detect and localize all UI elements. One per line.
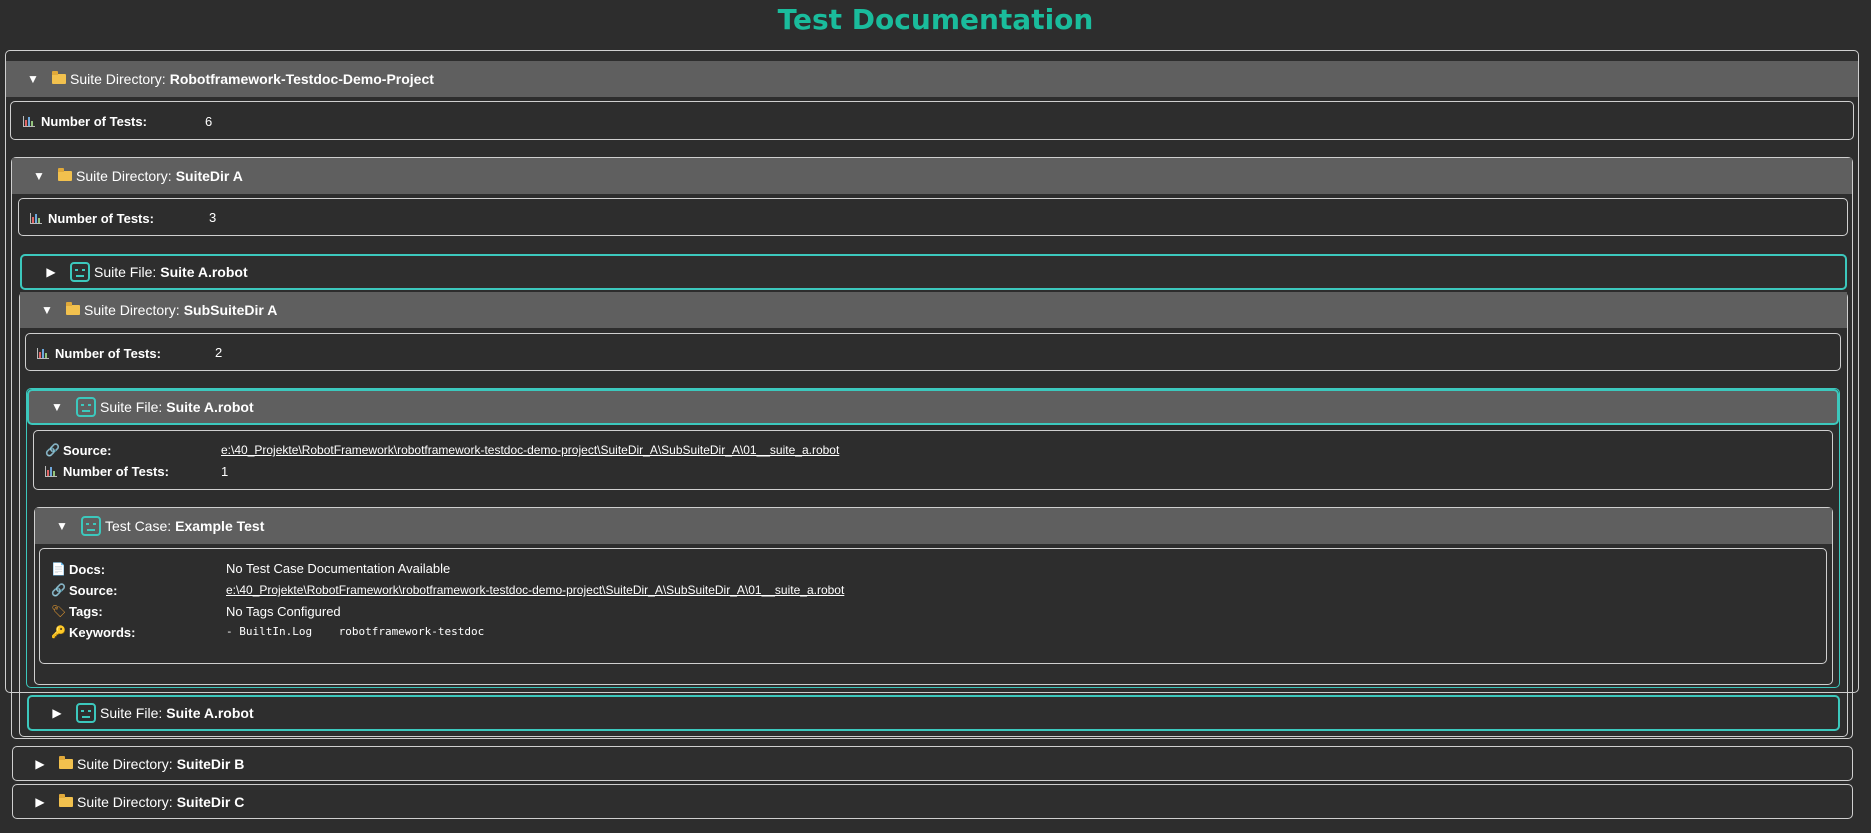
folder-icon: [58, 168, 72, 181]
test-case-name: Example Test: [175, 518, 265, 534]
tags-label: Tags:: [69, 603, 103, 619]
root-info-box: Number of Tests: 6: [10, 101, 1854, 140]
key-icon: 🔑: [51, 625, 66, 639]
suite-name: SuiteDir B: [176, 755, 245, 772]
link-icon: 🔗: [51, 583, 66, 597]
docs-label: Docs:: [69, 561, 106, 577]
expanded-triangle-icon[interactable]: ▼: [34, 303, 60, 317]
robot-icon: [70, 262, 90, 282]
folder-icon: [59, 755, 73, 769]
robot-icon: [81, 516, 101, 536]
expanded-triangle-icon[interactable]: ▼: [44, 400, 70, 414]
folder-icon: [52, 71, 66, 84]
collapsed-triangle-icon[interactable]: ▶: [44, 706, 70, 720]
header-prefix: Test Case:: [105, 518, 172, 534]
sub-suite-dir-a-info-box: Number of Tests: 2: [25, 333, 1841, 371]
docs-value: No Test Case Documentation Available: [226, 561, 451, 576]
source-label: Source:: [69, 582, 118, 598]
suite-file-header[interactable]: ▶ Suite File: Suite A.robot: [20, 254, 1847, 290]
collapsed-triangle-icon[interactable]: ▶: [38, 265, 64, 279]
source-label: Source:: [63, 442, 112, 458]
number-of-tests-row: Number of Tests:: [23, 112, 147, 130]
header-prefix: Suite File:: [94, 264, 157, 280]
bar-chart-icon: [30, 212, 42, 224]
number-of-tests-row: Number of Tests:: [37, 344, 161, 362]
number-of-tests-value: 6: [205, 114, 213, 129]
robot-icon: [76, 703, 96, 723]
number-of-tests-value: 2: [215, 345, 223, 360]
tags-row: 🏷 Tags:: [51, 602, 103, 620]
number-of-tests-value: 1: [221, 464, 229, 479]
suite-name: SuiteDir C: [176, 793, 245, 810]
link-icon: 🔗: [45, 443, 60, 457]
keywords-value: - BuiltIn.Log robotframework-testdoc: [226, 625, 485, 638]
number-of-tests-label: Number of Tests:: [41, 113, 147, 129]
suite-file-info-box: 🔗 Source: e:\40_Projekte\RobotFramework\…: [33, 430, 1833, 490]
number-of-tests-value: 3: [209, 210, 217, 225]
root-suite-header[interactable]: ▼ Suite Directory: Robotframework-Testdo…: [6, 61, 1858, 97]
number-of-tests-label: Number of Tests:: [63, 463, 169, 479]
document-icon: 📄: [51, 562, 66, 576]
suite-name: SubSuiteDir A: [183, 302, 278, 318]
keywords-label: Keywords:: [69, 624, 136, 640]
source-row: 🔗 Source:: [51, 581, 117, 599]
suite-file-name: Suite A.robot: [166, 705, 254, 721]
tag-icon: 🏷: [51, 604, 67, 618]
header-prefix: Suite File:: [100, 705, 163, 721]
suite-dir-a-info-box: Number of Tests: 3: [18, 198, 1848, 236]
bar-chart-icon: [45, 465, 57, 477]
docs-row: 📄 Docs:: [51, 560, 105, 578]
folder-icon: [59, 793, 73, 807]
test-case-header[interactable]: ▼ Test Case: Example Test: [35, 508, 1832, 544]
suite-dir-c-header[interactable]: ▶ Suite Directory: SuiteDir C: [12, 784, 1853, 819]
keywords-row: 🔑 Keywords:: [51, 623, 135, 641]
tags-value: No Tags Configured: [226, 604, 341, 619]
folder-icon: [66, 302, 80, 315]
test-case-info-box: 📄 Docs: No Test Case Documentation Avail…: [39, 548, 1827, 664]
suite-file-header[interactable]: ▶ Suite File: Suite A.robot: [27, 695, 1840, 731]
expanded-triangle-icon[interactable]: ▼: [49, 519, 75, 533]
header-prefix: Suite Directory:: [77, 755, 173, 772]
header-prefix: Suite File:: [100, 399, 163, 415]
expanded-triangle-icon[interactable]: ▼: [26, 169, 52, 183]
source-link[interactable]: e:\40_Projekte\RobotFramework\robotframe…: [221, 443, 839, 457]
page-title: Test Documentation: [777, 3, 1094, 36]
suite-file-expanded-header[interactable]: ▼ Suite File: Suite A.robot: [27, 389, 1839, 425]
source-link[interactable]: e:\40_Projekte\RobotFramework\robotframe…: [226, 583, 844, 597]
number-of-tests-label: Number of Tests:: [48, 210, 154, 226]
collapsed-triangle-icon[interactable]: ▶: [27, 795, 53, 809]
suite-name: Robotframework-Testdoc-Demo-Project: [169, 71, 434, 87]
robot-icon: [76, 397, 96, 417]
suite-dir-a-header[interactable]: ▼ Suite Directory: SuiteDir A: [12, 158, 1852, 194]
bar-chart-icon: [23, 115, 35, 127]
suite-name: SuiteDir A: [175, 168, 243, 184]
suite-file-name: Suite A.robot: [166, 399, 254, 415]
source-row: 🔗 Source:: [45, 441, 111, 459]
expanded-triangle-icon[interactable]: ▼: [20, 72, 46, 86]
suite-file-name: Suite A.robot: [160, 264, 248, 280]
number-of-tests-row: Number of Tests:: [45, 462, 169, 480]
header-prefix: Suite Directory:: [70, 71, 166, 87]
sub-suite-dir-a-header[interactable]: ▼ Suite Directory: SubSuiteDir A: [20, 292, 1847, 328]
suite-dir-b-header[interactable]: ▶ Suite Directory: SuiteDir B: [12, 746, 1853, 781]
bar-chart-icon: [37, 347, 49, 359]
number-of-tests-row: Number of Tests:: [30, 209, 154, 227]
header-prefix: Suite Directory:: [76, 168, 172, 184]
collapsed-triangle-icon[interactable]: ▶: [27, 757, 53, 771]
header-prefix: Suite Directory:: [77, 793, 173, 810]
header-prefix: Suite Directory:: [84, 302, 180, 318]
number-of-tests-label: Number of Tests:: [55, 345, 161, 361]
